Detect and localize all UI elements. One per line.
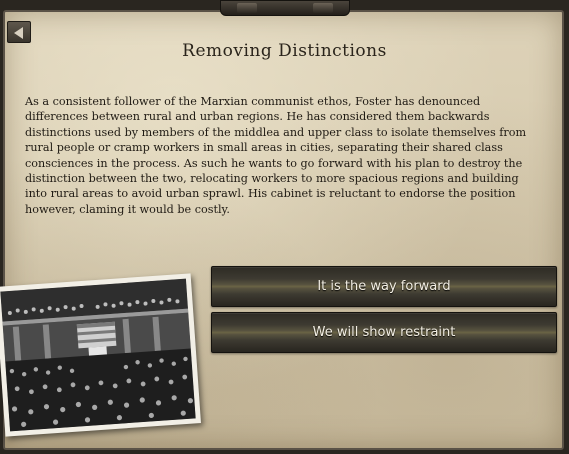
event-picture: [0, 273, 201, 437]
option-button-show-restraint[interactable]: We will show restraint: [211, 312, 557, 353]
event-description: As a consistent follower of the Marxian …: [25, 95, 527, 216]
event-photo: [0, 278, 196, 432]
window-top-clip: [220, 0, 350, 16]
event-title: Removing Distinctions: [182, 41, 387, 61]
back-button[interactable]: [7, 21, 31, 43]
event-window: Removing Distinctions As a consistent fo…: [0, 0, 569, 454]
option-label: We will show restraint: [312, 325, 456, 340]
option-label: It is the way forward: [317, 279, 451, 294]
back-arrow-icon: [14, 27, 23, 39]
event-options: It is the way forward We will show restr…: [211, 266, 557, 358]
option-button-way-forward[interactable]: It is the way forward: [211, 266, 557, 307]
